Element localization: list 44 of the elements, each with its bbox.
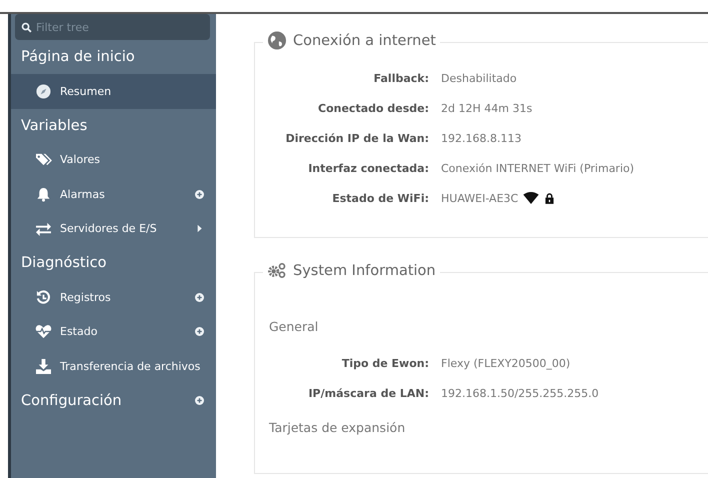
field-value: Conexión INTERNET WiFi (Primario): [441, 162, 634, 174]
nav-item[interactable]: Valores: [11, 142, 216, 177]
section-title: Conexión a internet: [293, 32, 436, 48]
compass-icon: [35, 84, 52, 99]
download-icon: [35, 358, 52, 374]
field-value: 192.168.8.113: [441, 132, 522, 144]
field-label: Fallback:: [372, 72, 429, 84]
field-value: Flexy (FLEXY20500_00): [441, 356, 570, 370]
nav-heading-label: Diagnóstico: [21, 255, 106, 271]
nav-item[interactable]: Transferencia de archivos: [11, 349, 216, 384]
nav-item[interactable]: Resumen: [11, 74, 216, 108]
subsection-heading: Tarjetas de expansión: [269, 420, 406, 435]
nav-heading[interactable]: Página de inicio: [11, 40, 216, 74]
section-title: System Information: [293, 262, 436, 278]
heartbeat-icon: [35, 324, 52, 340]
wifi-icon: [523, 192, 540, 204]
history-icon: [35, 290, 52, 305]
nav-heading[interactable]: Configuración: [11, 384, 216, 418]
field-label: Estado de WiFi:: [331, 192, 429, 204]
field-value: HUAWEI-AE3C: [441, 192, 518, 204]
field-label: Interfaz conectada:: [307, 162, 429, 174]
lock-icon: [545, 192, 554, 204]
field-value: 2d 12H 44m 31s: [441, 102, 532, 114]
nav-item[interactable]: Registros: [11, 280, 216, 314]
field-label: Conectado desde:: [317, 102, 429, 114]
subsection-heading: General: [269, 319, 320, 334]
field-label: Dirección IP de la Wan:: [284, 132, 429, 144]
search-icon: [21, 22, 32, 32]
bell-icon: [35, 186, 52, 202]
filter-field[interactable]: Filter tree: [15, 14, 210, 40]
nav-item[interactable]: Servidores de E/S: [11, 212, 216, 246]
field-label: Tipo de Ewon:: [340, 356, 429, 370]
nav-heading-label: Variables: [21, 118, 88, 134]
tags-icon: [35, 152, 52, 168]
exchange-icon: [35, 221, 52, 236]
nav-heading-label: Página de inicio: [21, 49, 135, 65]
field-label: IP/máscara de LAN:: [307, 386, 429, 400]
nav-item[interactable]: Estado: [11, 314, 216, 349]
nav-heading-label: Configuración: [21, 392, 122, 408]
nav-item[interactable]: Alarmas: [11, 177, 216, 212]
field-value: Deshabilitado: [441, 72, 517, 84]
field-value: 192.168.1.50/255.255.255.0: [441, 386, 599, 400]
nav-heading[interactable]: Diagnóstico: [11, 246, 216, 280]
nav-heading[interactable]: Variables: [11, 108, 216, 142]
